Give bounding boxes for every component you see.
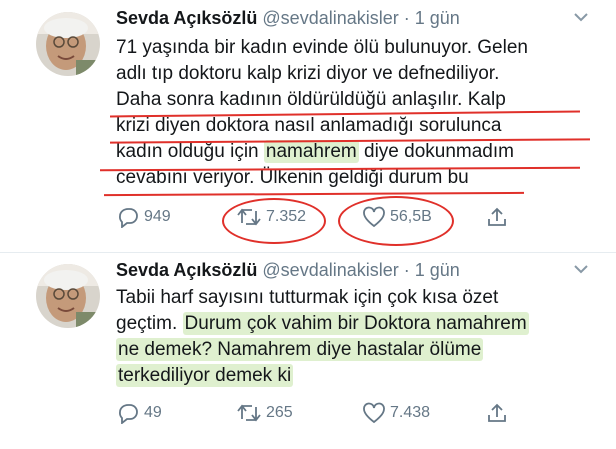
highlighted-text: terkediliyor demek ki <box>116 364 294 387</box>
text-segment: Daha sonra kadının öldürüldüğü anlaşılır… <box>116 89 506 110</box>
reply-count: 949 <box>144 208 171 225</box>
reply-icon <box>119 404 138 424</box>
text-segment: krizi diyen doktora nasıl anlamadığı sor… <box>116 115 502 136</box>
share-icon <box>488 207 506 226</box>
reply-action[interactable]: 49 <box>116 402 162 424</box>
avatar[interactable] <box>36 12 100 76</box>
retweet-action[interactable]: 265 <box>236 402 293 424</box>
text-line: 71 yaşında bir kadın evinde ölü bulunuyo… <box>116 37 528 58</box>
share-action[interactable] <box>486 206 508 228</box>
tweet-actions: 49 265 7.438 <box>116 402 596 426</box>
heart-icon <box>363 402 385 424</box>
tweet-header: Sevda Açıksözlü @sevdalinakisler · 1 gün <box>116 8 460 29</box>
tweet-header: Sevda Açıksözlü @sevdalinakisler · 1 gün <box>116 260 460 281</box>
tweet-2[interactable]: Sevda Açıksözlü @sevdalinakisler · 1 gün… <box>0 252 616 449</box>
share-action[interactable] <box>486 402 508 424</box>
text-line: ne demek? Namahrem diye hastalar ölüme <box>116 337 596 363</box>
reply-count: 49 <box>144 404 162 421</box>
separator-dot: · <box>403 8 410 28</box>
highlighted-word: namahrem <box>263 140 359 163</box>
red-circle-annotation <box>222 198 326 244</box>
author-handle[interactable]: @sevdalinakisler <box>262 260 398 280</box>
tweet-1[interactable]: Sevda Açıksözlü @sevdalinakisler · 1 gün… <box>0 0 616 252</box>
red-circle-annotation <box>338 196 454 246</box>
chevron-down-icon[interactable] <box>574 12 588 22</box>
highlighted-text: ne demek? Namahrem diye hastalar ölüme <box>116 338 484 361</box>
author-name[interactable]: Sevda Açıksözlü <box>116 260 257 280</box>
reply-action[interactable]: 949 <box>116 206 171 228</box>
text-segment: geçtim. <box>116 313 183 334</box>
retweet-count: 265 <box>266 404 293 421</box>
share-icon <box>488 403 506 422</box>
text-line: krizi diyen doktora nasıl anlamadığı sor… <box>116 113 596 139</box>
chevron-down-icon[interactable] <box>574 264 588 274</box>
retweet-icon <box>237 404 261 422</box>
author-handle[interactable]: @sevdalinakisler <box>262 8 398 28</box>
timestamp[interactable]: 1 gün <box>415 8 460 28</box>
text-segment: kadın olduğu için <box>116 141 264 162</box>
avatar[interactable] <box>36 264 100 328</box>
text-line: Daha sonra kadının öldürüldüğü anlaşılır… <box>116 87 596 113</box>
tweet-text: Tabii harf sayısını tutturmak için çok k… <box>116 285 596 389</box>
author-name[interactable]: Sevda Açıksözlü <box>116 8 257 28</box>
red-underline <box>103 191 525 197</box>
text-line: geçtim. Durum çok vahim bir Doktora nama… <box>116 311 596 337</box>
reply-icon <box>119 208 138 228</box>
text-line: Tabii harf sayısını tutturmak için çok k… <box>116 287 499 308</box>
text-segment: diye dokunmadım <box>358 141 514 162</box>
text-line: terkediliyor demek ki <box>116 363 596 389</box>
timestamp[interactable]: 1 gün <box>415 260 460 280</box>
like-action[interactable]: 7.438 <box>362 402 430 424</box>
highlighted-text: Durum çok vahim bir Doktora namahrem <box>182 312 529 335</box>
text-line: adlı tıp doktoru kalp krizi diyor ve def… <box>116 63 500 84</box>
like-count: 7.438 <box>390 404 431 421</box>
separator-dot: · <box>403 260 410 280</box>
